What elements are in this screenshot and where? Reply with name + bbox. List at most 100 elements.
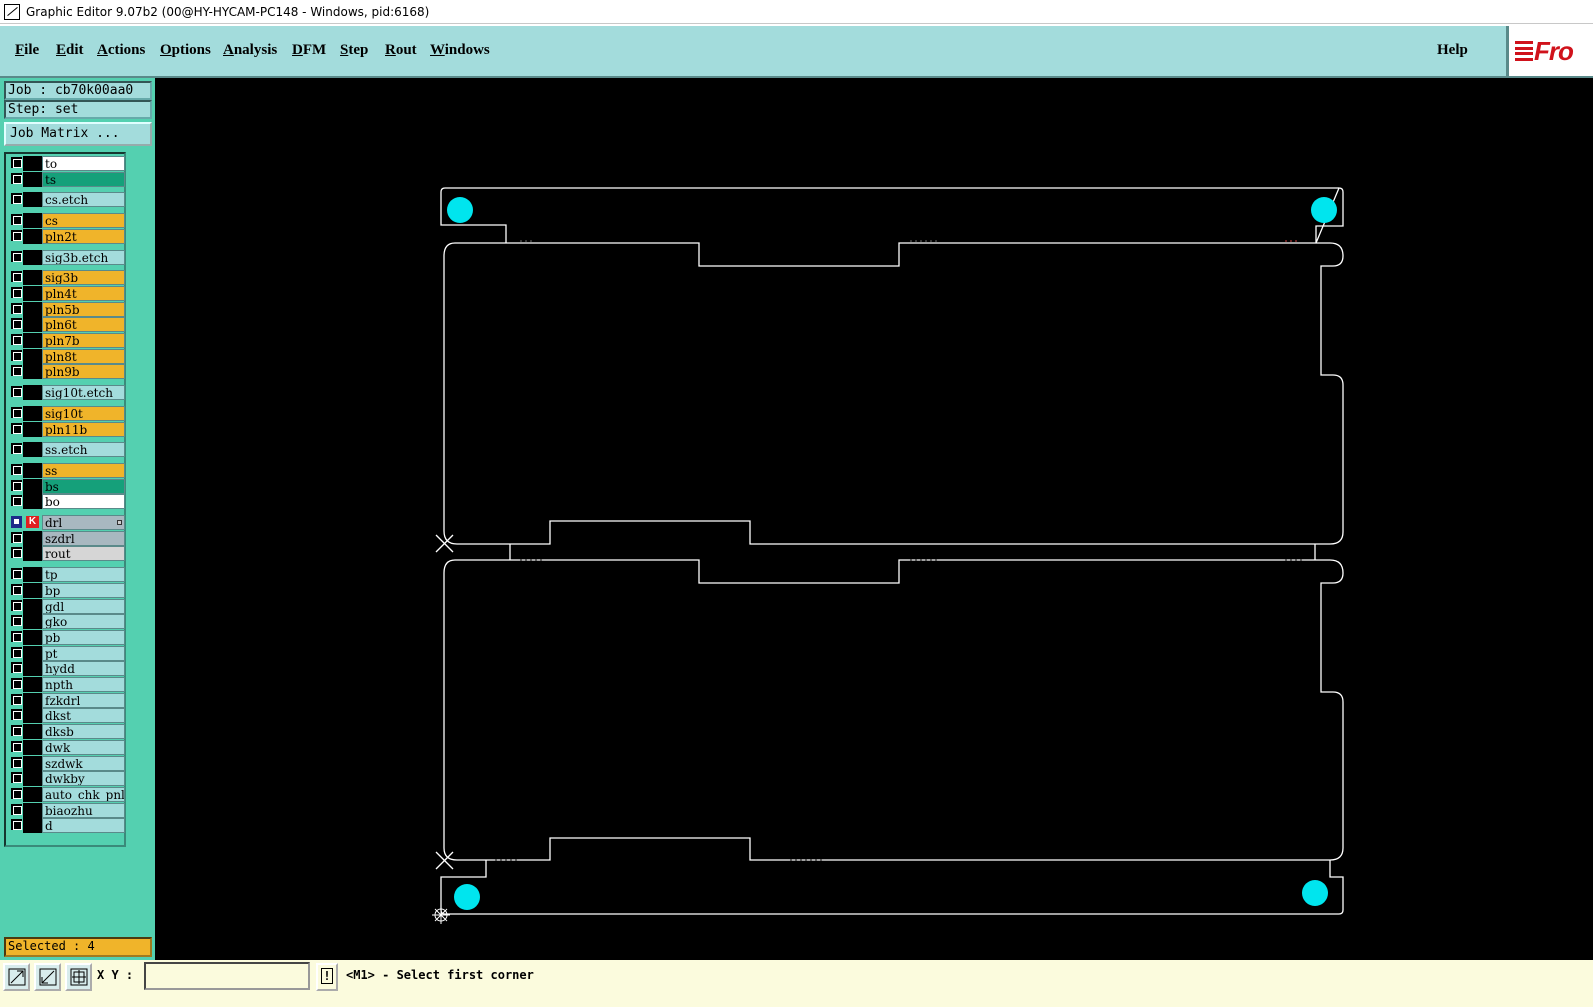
- layer-row-pln9b[interactable]: pln9b: [9, 364, 125, 380]
- layer-affected-slot[interactable]: [23, 171, 42, 187]
- layer-name[interactable]: pln2t: [42, 228, 125, 244]
- layer-checkbox[interactable]: [11, 365, 22, 377]
- layer-row-ts[interactable]: ts: [9, 171, 125, 187]
- layer-affected-slot[interactable]: [23, 405, 42, 421]
- menu-options[interactable]: Options: [160, 42, 211, 59]
- layer-name[interactable]: ss.etch: [42, 442, 125, 458]
- layer-name[interactable]: gko: [42, 614, 125, 630]
- menu-analysis[interactable]: Analysis: [223, 42, 277, 59]
- layer-name[interactable]: dwkby: [42, 771, 125, 787]
- layer-name[interactable]: to: [42, 156, 125, 171]
- layer-checkbox[interactable]: [11, 172, 22, 184]
- layer-affected-slot[interactable]: [23, 213, 42, 229]
- layer-name[interactable]: pln7b: [42, 333, 125, 348]
- layer-checkbox[interactable]: [11, 229, 22, 241]
- layer-row-biaozhu[interactable]: biaozhu: [9, 802, 125, 818]
- layer-name[interactable]: auto_chk_pnl: [42, 786, 125, 802]
- layer-row-dksb[interactable]: dksb: [9, 724, 125, 740]
- layer-checkbox[interactable]: [11, 678, 22, 689]
- layer-name[interactable]: sig10t: [42, 405, 125, 421]
- layer-checkbox[interactable]: [11, 756, 22, 768]
- layer-checkbox[interactable]: [11, 193, 22, 205]
- layer-checkbox[interactable]: [11, 271, 22, 283]
- grid-button[interactable]: [65, 963, 92, 991]
- layer-checkbox[interactable]: [11, 568, 22, 580]
- layer-row-pln6t[interactable]: pln6t: [9, 317, 125, 333]
- layer-affected-slot[interactable]: [23, 285, 42, 301]
- layer-row-sig3b[interactable]: sig3b: [9, 270, 125, 286]
- layer-row-to[interactable]: to: [9, 156, 125, 171]
- layer-name[interactable]: pln5b: [42, 301, 125, 317]
- layer-name[interactable]: cs: [42, 213, 125, 229]
- layer-checkbox[interactable]: [11, 547, 22, 559]
- layer-name[interactable]: pln11b: [42, 421, 125, 437]
- layer-checkbox[interactable]: [11, 819, 22, 831]
- affected-layer-icon[interactable]: K: [26, 516, 39, 528]
- layer-name[interactable]: pln6t: [42, 317, 125, 333]
- menu-dfm[interactable]: DFM: [292, 42, 326, 59]
- layer-name[interactable]: gdl: [42, 598, 125, 614]
- layer-row-pln2t[interactable]: pln2t: [9, 228, 125, 244]
- layer-checkbox[interactable]: [11, 709, 22, 721]
- layer-affected-slot[interactable]: [23, 249, 42, 265]
- layer-name[interactable]: pt: [42, 645, 125, 661]
- zoom-box-button[interactable]: [3, 963, 30, 991]
- layer-row-fzkdrl[interactable]: fzkdrl: [9, 692, 125, 708]
- layer-name[interactable]: szdwk: [42, 755, 125, 771]
- layer-checkbox[interactable]: [11, 386, 22, 398]
- layer-affected-slot[interactable]: [23, 708, 42, 724]
- layer-affected-slot[interactable]: [23, 614, 42, 630]
- layer-affected-slot[interactable]: [23, 192, 42, 208]
- layer-row-szdwk[interactable]: szdwk: [9, 755, 125, 771]
- layer-affected-slot[interactable]: [23, 786, 42, 802]
- layer-checkbox[interactable]: [11, 318, 22, 330]
- layer-row-pln8t[interactable]: pln8t: [9, 348, 125, 364]
- layer-name[interactable]: dksb: [42, 724, 125, 740]
- layer-row-auto-chk-pnl[interactable]: auto_chk_pnl: [9, 786, 125, 802]
- layer-row-szdrl[interactable]: szdrl: [9, 530, 125, 546]
- layer-affected-slot[interactable]: [23, 442, 42, 458]
- layer-name[interactable]: pln8t: [42, 348, 125, 364]
- menu-edit[interactable]: Edit: [56, 42, 84, 59]
- layer-checkbox[interactable]: [11, 214, 22, 226]
- layer-row-dkst[interactable]: dkst: [9, 708, 125, 724]
- layer-row-tp[interactable]: tp: [9, 567, 125, 583]
- layer-name[interactable]: sig3b: [42, 270, 125, 286]
- layer-checkbox[interactable]: [11, 406, 22, 418]
- layer-checkbox[interactable]: [11, 286, 22, 298]
- layer-affected-slot[interactable]: [23, 270, 42, 286]
- layer-row-ss-etch[interactable]: ss.etch: [9, 442, 125, 458]
- layer-name[interactable]: szdrl: [42, 530, 125, 546]
- layer-affected-slot[interactable]: [23, 661, 42, 677]
- layer-checkbox[interactable]: [11, 479, 22, 491]
- layer-affected-slot[interactable]: [23, 739, 42, 755]
- layer-checkbox[interactable]: [11, 740, 22, 752]
- layer-checkbox[interactable]: [11, 250, 22, 262]
- layer-checkbox[interactable]: [11, 531, 22, 543]
- layer-affected-slot[interactable]: [23, 385, 42, 401]
- layer-name[interactable]: biaozhu: [42, 802, 125, 818]
- layer-checkbox[interactable]: [11, 725, 22, 737]
- layer-row-dwkby[interactable]: dwkby: [9, 771, 125, 787]
- layer-affected-slot[interactable]: [23, 567, 42, 583]
- layer-row-pln5b[interactable]: pln5b: [9, 301, 125, 317]
- layer-row-bp[interactable]: bp: [9, 582, 125, 598]
- layer-affected-slot[interactable]: [23, 629, 42, 645]
- layer-name[interactable]: rout: [42, 546, 125, 562]
- layer-affected-slot[interactable]: [23, 755, 42, 771]
- layer-row-sig10t[interactable]: sig10t: [9, 405, 125, 421]
- layer-checkbox[interactable]: [11, 615, 22, 627]
- layer-name[interactable]: drl: [42, 515, 125, 530]
- menu-step[interactable]: Step: [340, 42, 368, 59]
- layer-name[interactable]: ss: [42, 462, 125, 478]
- layer-row-cs-etch[interactable]: cs.etch: [9, 192, 125, 208]
- layer-row-ss[interactable]: ss: [9, 462, 125, 478]
- layer-name[interactable]: dkst: [42, 708, 125, 724]
- layer-checkbox[interactable]: [11, 583, 22, 595]
- menu-file[interactable]: File: [15, 42, 39, 59]
- layer-affected-slot[interactable]: [23, 818, 42, 834]
- menu-actions[interactable]: Actions: [97, 42, 145, 59]
- layer-affected-slot[interactable]: [23, 348, 42, 364]
- layer-checkbox[interactable]: [11, 772, 22, 784]
- layer-name[interactable]: pln9b: [42, 364, 125, 380]
